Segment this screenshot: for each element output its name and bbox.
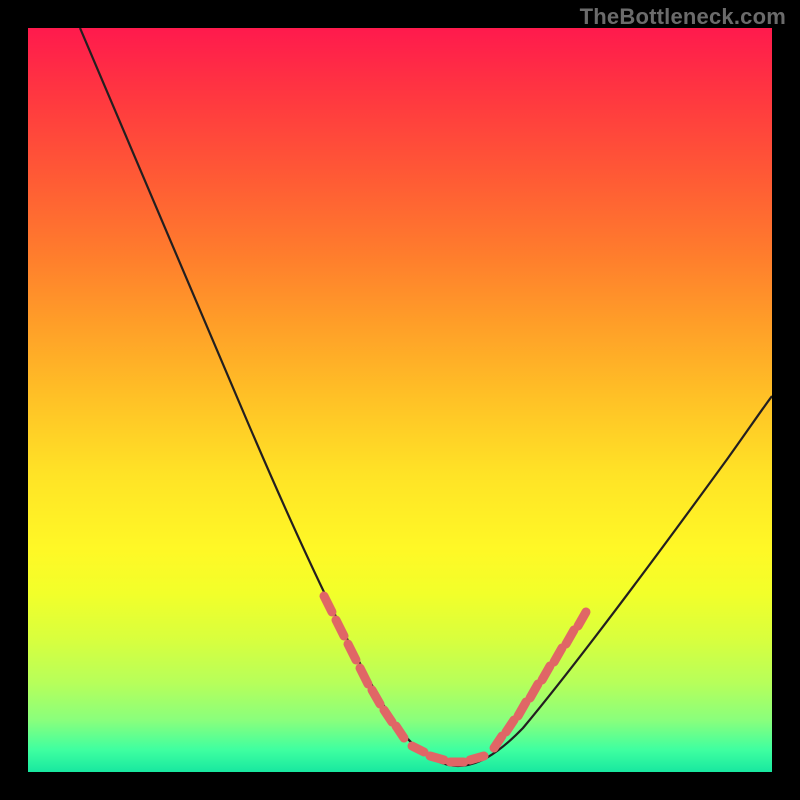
bottleneck-curve-svg [28, 28, 772, 772]
marker-cluster-bottom [412, 746, 484, 762]
watermark-text: TheBottleneck.com [580, 4, 786, 30]
bottleneck-curve-path [80, 28, 772, 766]
plot-area [28, 28, 772, 772]
marker-cluster-left [324, 596, 404, 738]
chart-frame: TheBottleneck.com [0, 0, 800, 800]
marker-cluster-right [494, 612, 586, 748]
